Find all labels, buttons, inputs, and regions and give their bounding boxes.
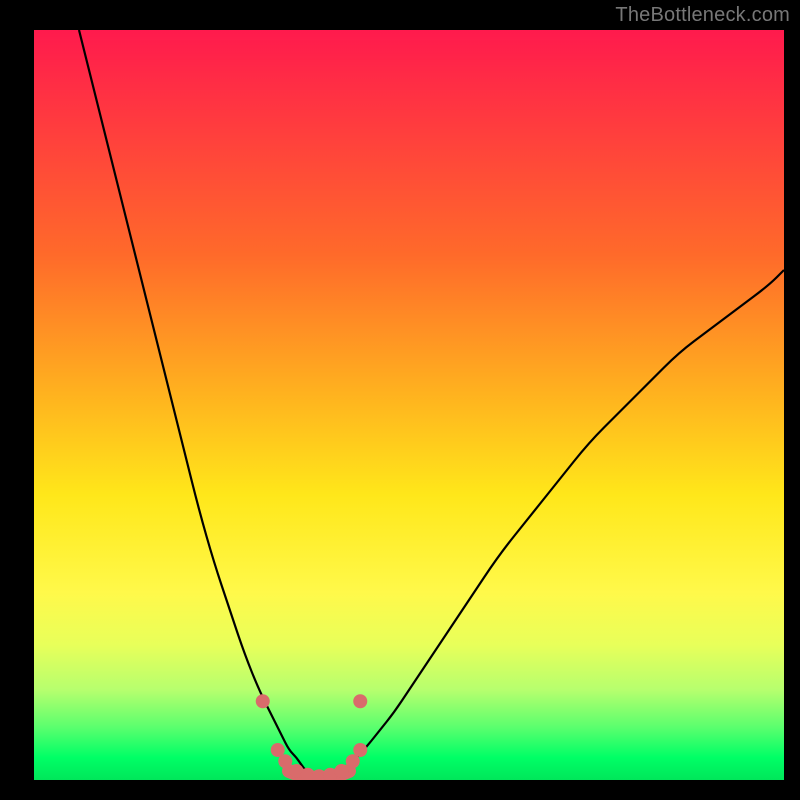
marker-dot bbox=[256, 694, 270, 708]
chart-frame: TheBottleneck.com bbox=[0, 0, 800, 800]
curve-right-curve bbox=[334, 270, 784, 776]
marker-layer bbox=[256, 694, 368, 780]
marker-dot bbox=[353, 743, 367, 757]
chart-svg bbox=[34, 30, 784, 780]
watermark-text: TheBottleneck.com bbox=[615, 4, 790, 27]
marker-dot bbox=[353, 694, 367, 708]
marker-dot bbox=[335, 764, 349, 778]
plot-area bbox=[34, 30, 784, 780]
series-layer bbox=[79, 30, 784, 776]
marker-dot bbox=[278, 754, 292, 768]
curve-left-curve bbox=[79, 30, 312, 776]
